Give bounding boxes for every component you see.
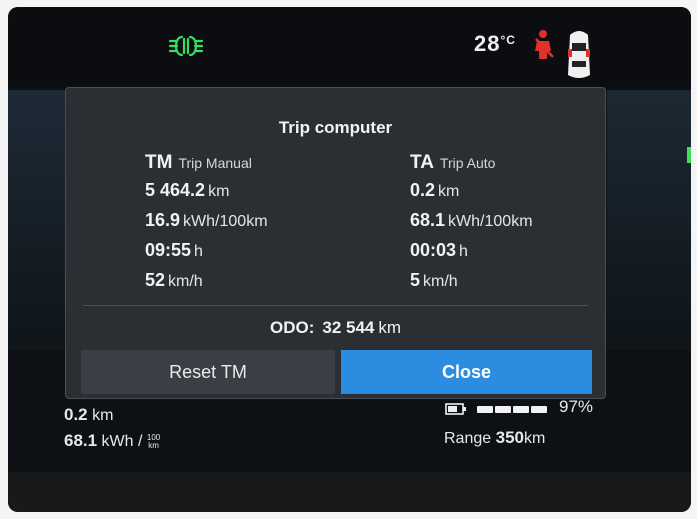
- trip-auto-consumption: 68.1 kWh/100km: [410, 210, 533, 240]
- trip-auto-abbr: TA: [410, 152, 434, 173]
- value: 5: [410, 270, 421, 290]
- unit: kWh/100km: [448, 213, 533, 230]
- trip-computer-dialog: Trip computer TM Trip Manual 5 464.2 km 16…: [65, 87, 606, 399]
- headlight-icon: [168, 35, 204, 57]
- odometer-unit: km: [378, 318, 402, 337]
- car-icon: [568, 31, 590, 78]
- trip-manual-name: Trip Manual: [178, 155, 252, 171]
- unit-fraction: 100 km: [147, 433, 160, 450]
- unit: h: [459, 243, 468, 260]
- seatbelt-warning-icon: [535, 30, 554, 59]
- trip-auto-column: TA Trip Auto 0.2 km 68.1 kWh/100km 00:03 h 5…: [410, 152, 533, 300]
- battery-icon: [445, 403, 466, 415]
- battery-segment: [531, 406, 547, 413]
- trip-manual-time: 09:55 h: [145, 240, 268, 270]
- trip-manual-consumption: 16.9 kWh/100km: [145, 210, 268, 240]
- unit: kWh/100km: [183, 213, 268, 230]
- trip-auto-speed: 5 km/h: [410, 270, 533, 300]
- trip-manual-distance: 5 464.2 km: [145, 180, 268, 210]
- bottom-strip: [8, 472, 691, 512]
- trip-manual-column: TM Trip Manual 5 464.2 km 16.9 kWh/100km 09…: [145, 152, 268, 300]
- unit: km: [438, 183, 460, 200]
- unit: h: [194, 243, 203, 260]
- range-unit: km: [523, 430, 546, 447]
- instrument-cluster-screen: 28°C Trip computer TM Trip Manual 5 464.…: [8, 7, 691, 512]
- status-bar: 28°C: [8, 7, 691, 87]
- right-gauge-panel: [607, 90, 691, 350]
- unit: km/h: [168, 273, 203, 290]
- trip-auto-time: 00:03 h: [410, 240, 533, 270]
- battery-segment: [477, 406, 493, 413]
- divider: [83, 305, 588, 306]
- unit: km: [208, 183, 230, 200]
- close-button[interactable]: Close: [341, 350, 592, 394]
- unit-fraction-bottom: km: [148, 440, 159, 450]
- trip-manual-speed: 52 km/h: [145, 270, 268, 300]
- dialog-title: Trip computer: [278, 118, 393, 137]
- unit: kWh /: [101, 433, 143, 450]
- unit: km/h: [423, 273, 458, 290]
- trip-auto-name: Trip Auto: [439, 155, 496, 171]
- range-value: 350: [495, 428, 524, 447]
- left-gauge-panel: [8, 90, 68, 350]
- trip-auto-header: TA Trip Auto: [410, 152, 533, 180]
- value: 09:55: [145, 240, 192, 260]
- battery-percent: 97%: [559, 397, 594, 416]
- battery-segment: [495, 406, 511, 413]
- value: 68.1: [64, 431, 98, 450]
- value: 68.1: [410, 210, 446, 230]
- battery-level-bar: [477, 406, 549, 413]
- value: 52: [145, 270, 166, 290]
- range-label: Range: [444, 430, 492, 447]
- trip-manual-header: TM Trip Manual: [145, 152, 268, 180]
- indicator-mark: [687, 147, 691, 163]
- trip-manual-abbr: TM: [145, 152, 173, 173]
- outside-temperature: 28°C: [474, 31, 516, 57]
- trip-distance-readout: 0.2 km: [64, 405, 113, 425]
- trip-consumption-readout: 68.1 kWh / 100 km: [64, 431, 160, 451]
- value: 00:03: [410, 240, 457, 260]
- temperature-value: 28: [474, 31, 501, 56]
- unit: km: [92, 407, 114, 424]
- value: 0.2: [64, 405, 88, 424]
- odometer-label: ODO:: [269, 318, 315, 337]
- temperature-unit: °C: [500, 33, 516, 47]
- odometer: ODO: 32 544 km: [66, 318, 605, 338]
- range-readout: Range 350km: [444, 428, 545, 448]
- value: 5 464.2: [145, 180, 206, 200]
- odometer-value: 32 544: [322, 318, 375, 337]
- value: 0.2: [410, 180, 436, 200]
- battery-segment: [513, 406, 529, 413]
- reset-tm-button[interactable]: Reset TM: [81, 350, 335, 394]
- value: 16.9: [145, 210, 181, 230]
- trip-auto-distance: 0.2 km: [410, 180, 533, 210]
